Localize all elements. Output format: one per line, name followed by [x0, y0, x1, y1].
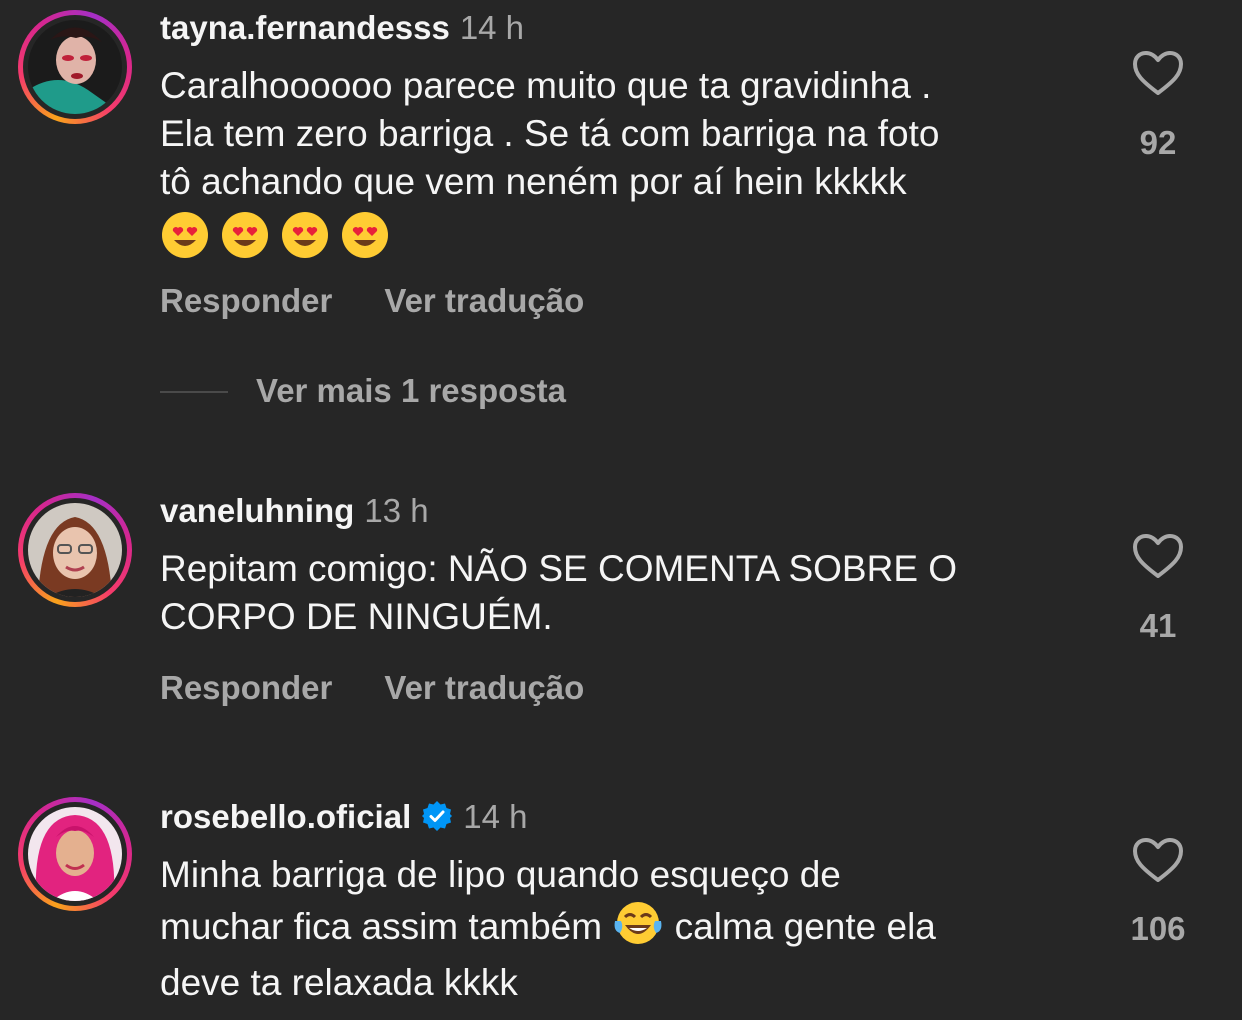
comment-text: Caralhoooooo parece muito que ta gravidi… — [160, 62, 1090, 272]
translate-button[interactable]: Ver tradução — [384, 282, 584, 319]
reply-button[interactable]: Responder — [160, 669, 332, 706]
comment-text-segment: muchar fica assim também — [160, 906, 613, 947]
verified-badge-icon — [421, 800, 453, 841]
username[interactable]: tayna.fernandesss — [160, 9, 450, 46]
avatar[interactable] — [18, 797, 132, 911]
avatar[interactable] — [18, 493, 132, 607]
like-button[interactable] — [1120, 837, 1196, 888]
heart-icon[interactable] — [1132, 838, 1184, 887]
timestamp: 14 h — [459, 9, 525, 46]
comment-actions: Responder Ver tradução — [160, 669, 584, 707]
like-button[interactable] — [1120, 533, 1196, 584]
like-count: 41 — [1139, 607, 1177, 644]
username[interactable]: vaneluhning — [160, 492, 354, 529]
username[interactable]: rosebello.oficial — [160, 798, 411, 835]
comment-text-line: Caralhoooooo parece muito que ta gravidi… — [160, 65, 932, 106]
avatar[interactable] — [18, 10, 132, 124]
like-count: 106 — [1130, 910, 1186, 947]
heart-icon[interactable] — [1132, 534, 1184, 583]
heart-eyes-emoji-icon — [340, 210, 390, 272]
heart-eyes-emoji-icon — [280, 210, 330, 272]
comment-text-line: Ela tem zero barriga . Se tá com barriga… — [160, 113, 940, 154]
heart-eyes-emoji-icon — [220, 210, 270, 272]
comment-text: Repitam comigo: NÃO SE COMENTA SOBRE O C… — [160, 545, 1090, 641]
heart-icon[interactable] — [1132, 51, 1184, 100]
like-count: 92 — [1139, 124, 1177, 161]
like-button[interactable] — [1120, 50, 1196, 101]
reply-button[interactable]: Responder — [160, 282, 332, 319]
timestamp: 14 h — [463, 798, 528, 835]
comment-text-line: CORPO DE NINGUÉM. — [160, 596, 553, 637]
comment-text-line: muchar fica assim também calma gente ela — [160, 899, 1090, 959]
view-more-replies-label[interactable]: Ver mais 1 resposta — [256, 372, 566, 410]
emoji-row — [160, 210, 1090, 272]
comment-text-line: tô achando que vem neném por aí hein kkk… — [160, 161, 907, 202]
comment-text: Minha barriga de lipo quando esqueço de … — [160, 851, 1090, 1007]
tears-of-joy-emoji-icon — [612, 899, 664, 959]
translate-button[interactable]: Ver tradução — [384, 669, 584, 706]
timestamp: 13 h — [364, 492, 429, 529]
comment-text-line: Repitam comigo: NÃO SE COMENTA SOBRE O — [160, 548, 958, 589]
comment-text-segment: calma gente ela — [664, 906, 936, 947]
comment-actions: Responder Ver tradução — [160, 282, 584, 320]
comment-text-line: deve ta relaxada kkkk — [160, 962, 518, 1003]
comment-header: rosebello.oficial 14 h — [160, 797, 527, 841]
comment-text-line: Minha barriga de lipo quando esqueço de — [160, 854, 841, 895]
comment-header: tayna.fernandesss 14 h — [160, 8, 524, 48]
comment-header: vaneluhning 13 h — [160, 491, 429, 531]
heart-eyes-emoji-icon — [160, 210, 210, 272]
divider — [160, 391, 228, 393]
